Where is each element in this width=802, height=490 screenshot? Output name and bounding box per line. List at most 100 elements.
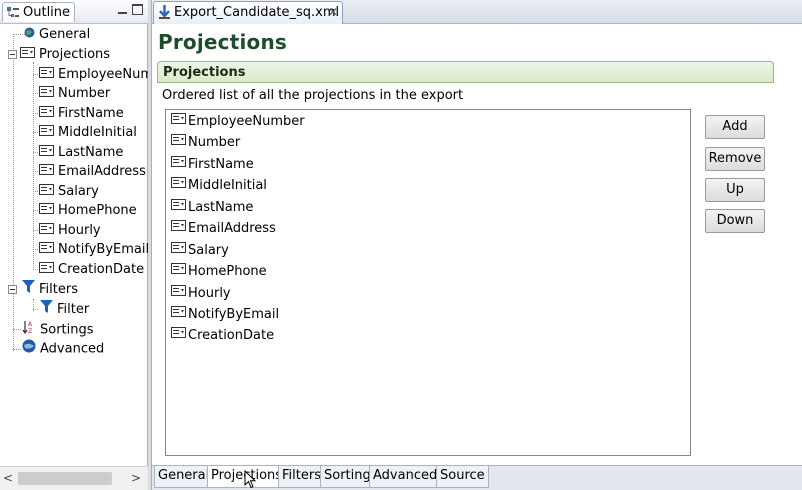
editor-tabbar: Export_Candidate_sq.xml ✕ [152, 0, 802, 24]
section-description: Ordered list of all the projections in t… [162, 88, 464, 103]
column-icon [171, 175, 186, 195]
tab-sorting[interactable]: Sorting [320, 466, 375, 488]
tab-filters[interactable]: Filters [278, 466, 325, 488]
list-item-label: LastName [188, 200, 254, 215]
tree-connector [33, 152, 38, 153]
scroll-right-arrow[interactable]: > [131, 471, 141, 485]
outline-tab[interactable]: Outline [2, 2, 76, 22]
tree-item-sortings[interactable]: A Z Sortings [22, 320, 94, 339]
list-item[interactable]: EmailAddress [171, 219, 276, 239]
outline-horizontal-scrollbar[interactable]: < > [0, 466, 148, 490]
xml-file-icon [158, 5, 171, 27]
tree-item-projection[interactable]: FirstName [39, 104, 124, 123]
tree-item-projection[interactable]: Salary [39, 182, 99, 201]
list-item[interactable]: Salary [171, 241, 229, 261]
tree-item-projection[interactable]: LastName [39, 143, 123, 162]
tree-item-projection[interactable]: HomePhone [39, 201, 137, 220]
down-button[interactable]: Down [705, 209, 765, 233]
tree-label: General [39, 27, 91, 42]
column-icon [20, 45, 35, 64]
tree-label: LastName [58, 145, 124, 160]
minimize-button[interactable] [117, 4, 128, 15]
list-item-label: NotifyByEmail [188, 307, 280, 322]
scrollbar-thumb[interactable] [18, 472, 112, 485]
tree-item-projection[interactable]: MiddleInitial [39, 123, 137, 142]
tree-item-projections[interactable]: Projections [20, 45, 110, 64]
outline-title: Outline [23, 5, 71, 20]
add-button[interactable]: Add [705, 115, 765, 139]
list-item[interactable]: Hourly [171, 284, 231, 304]
tree-connector [13, 36, 14, 351]
tree-label: Sortings [40, 322, 94, 338]
tree-label: CreationDate [58, 262, 145, 277]
maximize-button[interactable] [132, 4, 143, 15]
tree-item-projection[interactable]: Number [39, 84, 110, 103]
tree-item-filters[interactable]: Filters [22, 280, 78, 299]
tree-connector [33, 113, 38, 114]
column-icon [39, 240, 54, 259]
tab-advanced[interactable]: Advanced [369, 466, 442, 488]
list-item-label: MiddleInitial [188, 178, 267, 193]
column-icon [171, 325, 186, 345]
list-item-label: CreationDate [188, 328, 275, 343]
up-button[interactable]: Up [705, 178, 765, 202]
tree-connector [13, 349, 21, 350]
filters-collapse-toggle[interactable] [8, 285, 17, 294]
remove-button[interactable]: Remove [705, 147, 765, 171]
close-icon[interactable]: ✕ [328, 2, 338, 23]
tree-label: Filters [39, 282, 78, 297]
projections-section: Projections Ordered list of all the proj… [157, 61, 774, 461]
tree-item-projection[interactable]: NotifyByEmail [39, 240, 148, 259]
tree-label: Hourly [58, 223, 101, 238]
column-icon [39, 65, 54, 84]
funnel-icon [22, 280, 35, 299]
list-item[interactable]: NotifyByEmail [171, 305, 279, 325]
outline-panel: Outline General Projections EmployeeNum … [0, 0, 148, 490]
globe-icon [24, 25, 35, 44]
list-item[interactable]: LastName [171, 198, 253, 218]
page-title: Projections [158, 30, 288, 54]
tree-label: NotifyByEmail [58, 242, 148, 257]
section-header[interactable]: Projections [157, 61, 774, 83]
list-item-label: EmailAddress [188, 221, 276, 236]
tree-item-projection[interactable]: Hourly [39, 221, 101, 240]
tree-item-projection[interactable]: CreationDate [39, 260, 144, 279]
tree-item-projection[interactable]: EmailAddress [39, 162, 146, 181]
tree-connector [33, 269, 38, 270]
list-item[interactable]: EmployeeNumber [171, 112, 305, 132]
projections-list[interactable]: EmployeeNumber Number FirstName MiddleIn… [165, 109, 691, 456]
editor-tab[interactable]: Export_Candidate_sq.xml ✕ [153, 1, 343, 24]
advanced-globe-icon [22, 339, 36, 359]
column-icon [171, 304, 186, 324]
tab-general[interactable]: General [154, 466, 214, 488]
tree-connector [33, 93, 38, 94]
tree-item-filter[interactable]: Filter [40, 300, 89, 319]
tree-label: Advanced [40, 341, 105, 357]
projections-collapse-toggle[interactable] [8, 50, 17, 59]
list-item-label: HomePhone [188, 264, 267, 279]
tree-connector [33, 210, 38, 211]
tree-label: Filter [57, 302, 90, 317]
tree-label: Number [58, 86, 111, 101]
column-icon [171, 154, 186, 174]
column-icon [39, 182, 54, 201]
list-item[interactable]: MiddleInitial [171, 176, 267, 196]
scroll-left-arrow[interactable]: < [3, 471, 13, 485]
tab-source[interactable]: Source [436, 466, 489, 488]
tree-label: FirstName [58, 106, 124, 121]
column-icon [171, 111, 186, 131]
list-item[interactable]: CreationDate [171, 326, 274, 346]
column-icon [171, 218, 186, 238]
column-icon [171, 283, 186, 303]
list-item[interactable]: FirstName [171, 155, 254, 175]
tree-item-projection[interactable]: EmployeeNum [39, 65, 148, 84]
tree-label: Projections [39, 47, 111, 62]
tree-item-advanced[interactable]: Advanced [22, 339, 104, 358]
list-item-label: EmployeeNumber [188, 114, 305, 129]
sort-icon: AZ [22, 320, 36, 340]
list-item[interactable]: Number [171, 133, 240, 153]
tree-label: HomePhone [58, 203, 137, 218]
list-item[interactable]: HomePhone [171, 262, 267, 282]
svg-text:A: A [28, 321, 33, 328]
tree-item-general[interactable]: General [24, 25, 90, 44]
